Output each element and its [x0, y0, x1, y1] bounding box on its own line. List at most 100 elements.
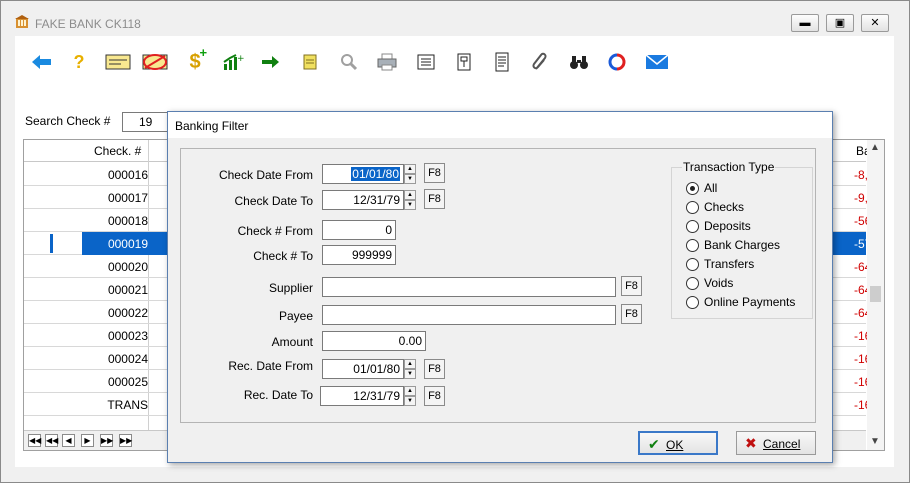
card-button[interactable] [104, 50, 132, 74]
checkmark-icon: ✔ [648, 436, 660, 452]
rec-date-from-f8-button[interactable]: F8 [424, 359, 445, 379]
print-button[interactable] [375, 50, 399, 74]
check-date-from-f8-button[interactable]: F8 [424, 163, 445, 183]
radio-label: Deposits [704, 219, 751, 233]
void-card-button[interactable] [140, 50, 170, 74]
restore-icon: ▣ [834, 17, 846, 29]
ok-button[interactable]: ✔ OK [638, 431, 718, 455]
spin-up-icon: ▲ [404, 164, 416, 174]
maximize-button[interactable]: ▣ [826, 14, 854, 32]
chart-add-icon: + [223, 54, 244, 70]
row-balance: -9, [854, 191, 869, 205]
column-header-check[interactable]: Check. # [94, 144, 141, 158]
payee-input[interactable] [322, 305, 616, 325]
document-button[interactable] [490, 50, 514, 74]
rec-date-to-input[interactable]: 12/31/79 [320, 386, 404, 406]
check-date-from-input[interactable]: 01/01/80 [322, 164, 404, 184]
svg-text:+: + [237, 54, 244, 64]
spin-up-icon: ▲ [404, 190, 416, 200]
binoculars-icon [570, 56, 588, 69]
zoom-button[interactable] [337, 50, 361, 74]
cancel-button[interactable]: ✖ Cancel [736, 431, 816, 455]
banking-filter-dialog: Banking Filter Check Date From 01/01/80 … [167, 111, 833, 463]
list-button[interactable] [414, 50, 438, 74]
payee-label: Payee [278, 309, 313, 323]
note-icon [303, 54, 317, 70]
refresh-button[interactable] [605, 50, 629, 74]
minimize-button[interactable]: ▬ [791, 14, 819, 32]
radio-button[interactable] [686, 182, 699, 195]
supplier-input[interactable] [322, 277, 616, 297]
last-record-icon[interactable]: ▶▶ [119, 434, 132, 447]
radio-label: All [704, 181, 718, 195]
prev-page-icon[interactable]: ◀◀ [45, 434, 58, 447]
amount-input[interactable]: 0.00 [322, 331, 426, 351]
rec-date-to-f8-button[interactable]: F8 [424, 386, 445, 406]
email-icon [645, 54, 669, 69]
row-indicator [50, 234, 53, 253]
supplier-f8-button[interactable]: F8 [621, 276, 642, 296]
search-check-input[interactable]: 19 [122, 112, 170, 132]
spin-down-icon: ▼ [404, 174, 416, 184]
prev-record-icon[interactable]: ◀ [62, 434, 75, 447]
help-button[interactable]: ? [67, 50, 91, 74]
row-check-number: 000016 [107, 168, 148, 182]
radio-button[interactable] [686, 239, 699, 252]
minimize-icon: ▬ [799, 17, 811, 29]
vertical-scrollbar[interactable]: ▲ ▼ [867, 140, 884, 450]
radio-button[interactable] [686, 296, 699, 309]
paperclip-icon [532, 52, 547, 70]
supplier-label: Supplier [268, 281, 313, 295]
chart-button[interactable]: + [221, 50, 245, 74]
radio-label: Transfers [704, 257, 755, 271]
check-date-to-spinner[interactable]: ▲ ▼ [404, 190, 416, 210]
radio-button[interactable] [686, 258, 699, 271]
first-record-icon[interactable]: ◀◀ [28, 434, 41, 447]
form-button[interactable] [452, 50, 476, 74]
spin-down-icon: ▼ [404, 200, 416, 210]
forward-button[interactable] [259, 50, 283, 74]
next-page-icon[interactable]: ▶▶ [100, 434, 113, 447]
rec-date-from-spinner[interactable]: ▲ ▼ [404, 359, 416, 379]
scroll-thumb[interactable] [870, 286, 881, 302]
note-button[interactable] [298, 50, 322, 74]
check-to-input[interactable]: 999999 [322, 245, 396, 265]
transaction-type-title: Transaction Type [682, 160, 776, 174]
row-check-number: 000025 [107, 375, 148, 389]
zoom-icon [341, 54, 358, 71]
add-money-button[interactable]: $ + [183, 44, 208, 74]
check-from-input[interactable]: 0 [322, 220, 396, 240]
transaction-type-group: Transaction Type All Checks Deposits Bank C… [671, 160, 813, 319]
find-button[interactable] [567, 50, 591, 74]
cancel-x-icon: ✖ [745, 435, 757, 451]
scroll-down-icon[interactable]: ▼ [870, 436, 880, 447]
radio-button[interactable] [686, 220, 699, 233]
attach-button[interactable] [528, 50, 552, 74]
check-date-from-spinner[interactable]: ▲ ▼ [404, 164, 416, 184]
close-button[interactable]: ✕ [861, 14, 889, 32]
next-record-icon[interactable]: ▶ [81, 434, 94, 447]
radio-button[interactable] [686, 201, 699, 214]
help-icon: ? [73, 51, 85, 72]
back-button[interactable] [30, 50, 54, 74]
rec-date-from-input[interactable]: 01/01/80 [322, 359, 404, 379]
spin-down-icon: ▼ [404, 369, 416, 379]
amount-label: Amount [271, 335, 313, 349]
add-money-icon: $ + [189, 44, 208, 73]
check-to-label: Check # To [253, 249, 313, 263]
check-date-from-label: Check Date From [218, 168, 313, 182]
radio-button[interactable] [686, 277, 699, 290]
back-arrow-icon [32, 55, 51, 69]
main-window: FAKE BANK CK118 ▬ ▣ ✕ ? $ + + Search Che… [0, 0, 910, 483]
rec-date-to-spinner[interactable]: ▲ ▼ [404, 386, 416, 406]
payee-f8-button[interactable]: F8 [621, 304, 642, 324]
print-icon [377, 53, 397, 71]
rec-date-from-label: Rec. Date From [228, 359, 313, 373]
scroll-up-icon[interactable]: ▲ [870, 142, 880, 153]
check-date-to-f8-button[interactable]: F8 [424, 189, 445, 209]
form-icon [457, 53, 471, 71]
check-date-to-input[interactable]: 12/31/79 [322, 190, 404, 210]
row-check-number: 000024 [107, 352, 148, 366]
radio-label: Voids [704, 276, 734, 290]
email-button[interactable] [643, 50, 671, 74]
